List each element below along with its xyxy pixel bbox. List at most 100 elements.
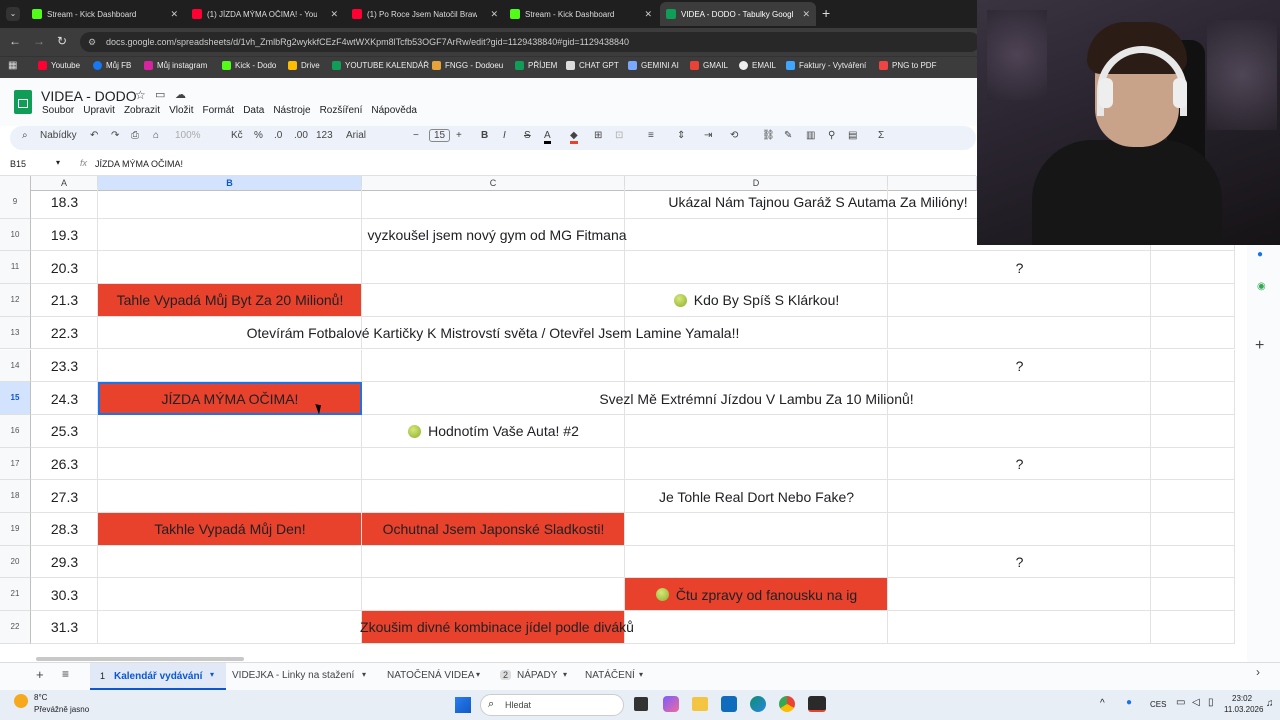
chrome-icon[interactable]: [779, 696, 795, 712]
explorer-icon[interactable]: [692, 697, 708, 711]
chevron-down-icon[interactable]: ▾: [476, 670, 480, 679]
cell[interactable]: [362, 284, 625, 317]
cell[interactable]: [888, 578, 1151, 612]
volume-icon[interactable]: ◁: [1192, 697, 1200, 708]
row-header[interactable]: 20: [0, 545, 31, 579]
align-icon[interactable]: ≡: [648, 130, 654, 141]
sheet-tab-nataceni[interactable]: NATÁČENÍ: [585, 670, 635, 681]
cell[interactable]: [362, 251, 625, 285]
cell[interactable]: [98, 186, 362, 219]
url-field[interactable]: ⚙ docs.google.com/spreadsheets/d/1vh_Zml…: [80, 32, 980, 52]
add-sheet-button[interactable]: +: [36, 667, 44, 682]
cell[interactable]: [1151, 545, 1235, 579]
undo-icon[interactable]: ↶: [90, 130, 98, 141]
font-size-field[interactable]: 15: [429, 129, 451, 142]
cell[interactable]: [1151, 578, 1235, 612]
cell[interactable]: [98, 480, 362, 513]
fill-color-icon[interactable]: ◆: [570, 130, 578, 144]
strikethrough-button[interactable]: S: [524, 130, 531, 141]
percent-format-button[interactable]: %: [254, 130, 263, 141]
cell[interactable]: [888, 480, 1151, 513]
maps-icon[interactable]: ◉: [1257, 281, 1266, 292]
cell[interactable]: [362, 447, 625, 481]
menu-vlozit[interactable]: Vložit: [169, 105, 193, 116]
wrap-icon[interactable]: ⇥: [704, 130, 712, 141]
network-icon[interactable]: ▭: [1176, 697, 1185, 708]
menu-rozsireni[interactable]: Rozšíření: [320, 105, 363, 116]
cell[interactable]: [625, 545, 888, 579]
name-box-dropdown-icon[interactable]: ▾: [56, 158, 60, 167]
sheet-tab-kalendar[interactable]: 1 Kalendář vydávání ▾: [90, 663, 226, 690]
new-tab-button[interactable]: +: [822, 5, 830, 21]
apps-icon[interactable]: ▦: [8, 60, 17, 71]
chart-icon[interactable]: ▥: [806, 130, 815, 141]
sheets-logo-icon[interactable]: [14, 90, 32, 114]
row-header[interactable]: 18: [0, 480, 31, 513]
app-icon[interactable]: [808, 696, 826, 712]
all-sheets-icon[interactable]: ≡: [62, 667, 69, 681]
zoom-select[interactable]: 100%: [175, 130, 201, 141]
cell[interactable]: [98, 545, 362, 579]
bookmark-4[interactable]: Drive: [288, 61, 320, 70]
row-header[interactable]: 10: [0, 218, 31, 252]
cell[interactable]: [362, 349, 625, 383]
browser-tab-1[interactable]: (1) JÍZDA MÝMA OČIMA! - YouT ✕: [186, 2, 344, 26]
merge-icon[interactable]: ⊡: [615, 130, 623, 141]
taskbar-search[interactable]: ⌕ Hledat: [480, 694, 624, 716]
close-icon[interactable]: ✕: [330, 9, 338, 20]
weather-icon[interactable]: [14, 694, 28, 708]
bookmark-5[interactable]: YOUTUBE KALENDÁŘ: [332, 61, 429, 70]
menu-nastroje[interactable]: Nástroje: [273, 105, 310, 116]
row-header[interactable]: 14: [0, 349, 31, 383]
borders-icon[interactable]: ⊞: [594, 130, 602, 141]
increase-decimal-button[interactable]: .00: [294, 130, 308, 141]
cell[interactable]: [625, 218, 888, 252]
outlook-icon[interactable]: [721, 696, 737, 712]
notifications-icon[interactable]: ♫: [1266, 698, 1274, 709]
filter-icon[interactable]: ⚲: [828, 130, 835, 141]
chevron-down-icon[interactable]: ▾: [639, 670, 643, 679]
row-header[interactable]: 22: [0, 611, 31, 644]
cell[interactable]: [1151, 480, 1235, 513]
print-icon[interactable]: ⎙: [131, 130, 139, 141]
bookmark-7[interactable]: PŘÍJEM: [515, 61, 557, 70]
comment-icon[interactable]: ✎: [784, 130, 792, 141]
browser-tab-3[interactable]: Stream - Kick Dashboard ✕: [504, 2, 658, 26]
row-header[interactable]: 16: [0, 414, 31, 448]
close-icon[interactable]: ✕: [490, 9, 498, 20]
bookmark-11[interactable]: EMAIL: [739, 61, 776, 70]
clock-time[interactable]: 23:02: [1232, 694, 1252, 703]
forward-icon[interactable]: →: [33, 34, 45, 48]
cell[interactable]: [98, 218, 362, 252]
task-view-icon[interactable]: [634, 697, 648, 711]
bookmark-13[interactable]: PNG to PDF: [879, 61, 936, 70]
cell[interactable]: [1151, 316, 1235, 350]
bookmark-8[interactable]: CHAT GPT: [566, 61, 619, 70]
bold-button[interactable]: B: [481, 130, 488, 141]
font-select[interactable]: Arial: [346, 130, 366, 141]
star-icon[interactable]: ☆: [135, 88, 146, 102]
chevron-down-icon[interactable]: ▾: [210, 670, 214, 679]
contacts-icon[interactable]: ●: [1257, 249, 1263, 260]
close-icon[interactable]: ✕: [170, 9, 178, 20]
valign-icon[interactable]: ⇕: [677, 130, 685, 141]
copilot-icon[interactable]: [663, 696, 679, 712]
cell[interactable]: [98, 611, 362, 644]
bookmark-6[interactable]: FNGG - Dodoeu: [432, 61, 503, 70]
cell[interactable]: [1151, 447, 1235, 481]
start-button[interactable]: [455, 697, 471, 713]
browser-tab-0[interactable]: Stream - Kick Dashboard ✕: [26, 2, 184, 26]
cell[interactable]: [888, 284, 1151, 317]
cell[interactable]: [1151, 414, 1235, 448]
functions-button[interactable]: Σ: [878, 130, 884, 141]
row-header[interactable]: 13: [0, 316, 31, 350]
menu-data[interactable]: Data: [243, 105, 264, 116]
row-header[interactable]: 19: [0, 513, 31, 546]
cell[interactable]: [888, 513, 1151, 546]
bookmark-9[interactable]: GEMINI AI: [628, 61, 679, 70]
cell[interactable]: [1151, 284, 1235, 317]
reload-icon[interactable]: ↻: [57, 34, 67, 48]
filter-views-icon[interactable]: ▤: [848, 130, 857, 141]
row-header[interactable]: 15: [0, 382, 31, 415]
tab-menu-icon[interactable]: ⌄: [6, 7, 20, 21]
